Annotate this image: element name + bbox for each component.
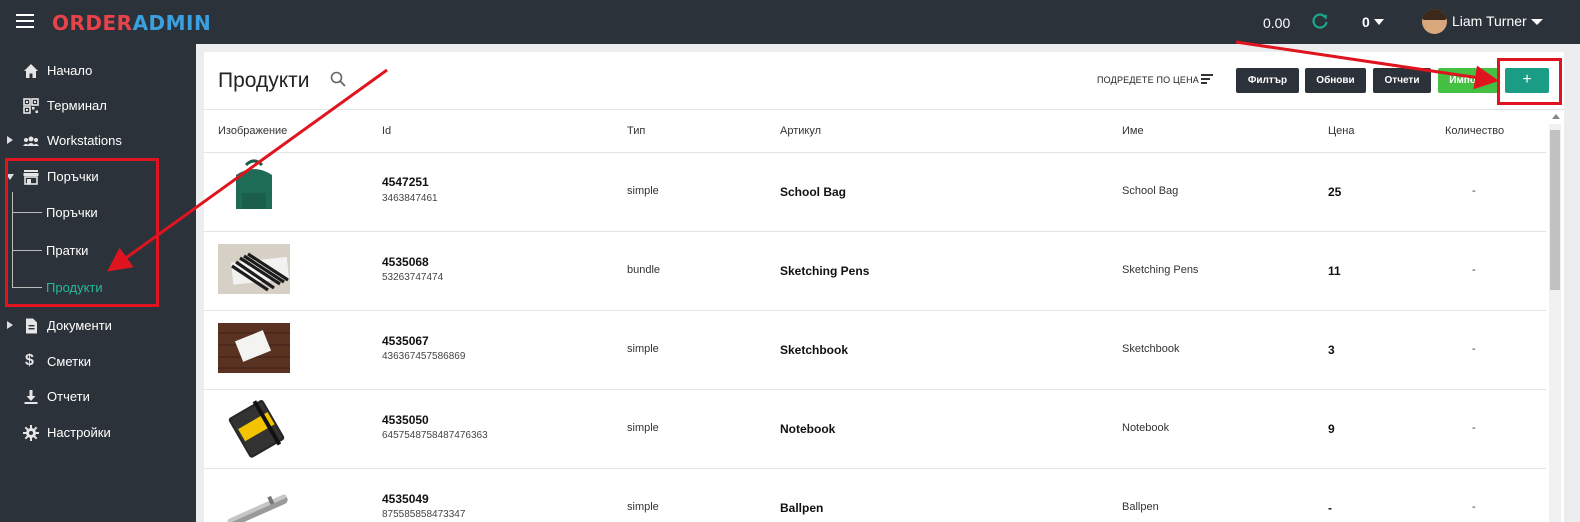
expand-icon [7,136,13,144]
app-logo[interactable]: ORDERADMIN [52,11,211,35]
product-image [218,396,290,460]
products-panel: Продукти ПОДРЕДЕТЕ ПО ЦЕНА Филтър Обнови… [204,52,1564,522]
sort-icon[interactable] [1201,74,1213,84]
avatar[interactable] [1422,9,1447,34]
product-id[interactable]: 4535050 [382,413,429,427]
qr-icon [23,98,39,114]
page-title: Продукти [218,69,310,92]
gear-icon [23,425,39,441]
balance-value: 0.00 [1263,15,1291,31]
product-price: 25 [1328,185,1342,199]
divider [204,310,1546,311]
product-quantity: - [1472,264,1476,276]
document-icon [26,318,37,334]
product-image [218,159,290,209]
product-price: - [1328,501,1332,515]
dollar-icon: $ [25,352,34,369]
product-article: School Bag [780,185,847,199]
column-header-quantity: Количество [1445,125,1505,137]
product-name: Sketching Pens [1122,264,1199,276]
product-type: simple [627,343,659,355]
column-header-name: Име [1122,125,1144,137]
scrollbar-thumb[interactable] [1550,130,1560,290]
product-barcode: 3463847461 [382,193,438,204]
import-button[interactable]: Импорт [1438,68,1498,93]
users-icon [23,136,39,146]
sidebar-item-accounts[interactable]: $ Сметки [0,346,196,378]
column-header-id: Id [382,125,392,137]
product-quantity: - [1472,422,1476,434]
user-name[interactable]: Liam Turner [1452,13,1527,29]
product-barcode: 6457548758487476363 [382,430,488,441]
product-type: simple [627,185,659,197]
reports-button[interactable]: Отчети [1373,68,1431,93]
highlight-box-add-button [1497,58,1562,105]
product-name: School Bag [1122,185,1179,197]
highlight-box-orders-menu [5,158,159,307]
product-article: Ballpen [780,501,824,515]
product-id[interactable]: 4535067 [382,334,429,348]
product-quantity: - [1472,501,1476,513]
product-article: Sketchbook [780,343,849,357]
product-barcode: 53263747474 [382,272,444,283]
home-icon [24,64,38,78]
sidebar-item-settings[interactable]: Настройки [0,417,196,449]
product-type: simple [627,422,659,434]
product-name: Sketchbook [1122,343,1180,355]
filter-button[interactable]: Филтър [1236,68,1299,93]
divider [204,109,1564,110]
sidebar-item-terminal[interactable]: Терминал [0,90,196,122]
column-header-image: Изображение [218,125,288,137]
product-article: Sketching Pens [780,264,870,278]
download-icon [24,390,38,404]
product-name: Notebook [1122,422,1170,434]
product-image [218,480,290,522]
product-id[interactable]: 4535068 [382,255,429,269]
expand-icon [7,321,13,329]
divider [204,389,1546,390]
divider [204,231,1546,232]
product-image [218,323,290,373]
product-image [218,244,290,294]
refresh-icon[interactable] [1311,12,1329,30]
product-name: Ballpen [1122,501,1159,513]
chevron-down-icon[interactable] [1531,19,1543,25]
product-type: bundle [627,264,661,276]
product-price: 9 [1328,422,1335,436]
divider [204,468,1546,469]
product-id[interactable]: 4535049 [382,492,429,506]
product-barcode: 436367457586869 [382,351,466,362]
scrollbar[interactable] [1549,124,1561,522]
refresh-button[interactable]: Обнови [1305,68,1366,93]
product-article: Notebook [780,422,836,436]
product-barcode: 875585858473347 [382,509,466,520]
column-header-type: Тип [627,125,646,137]
sidebar-item-home[interactable]: Начало [0,55,196,87]
scroll-up-icon[interactable] [1552,114,1560,119]
product-price: 11 [1328,264,1341,278]
sort-by-price-label[interactable]: ПОДРЕДЕТЕ ПО ЦЕНА [1097,75,1199,85]
notification-count-dropdown[interactable]: 0 [1362,14,1384,30]
menu-icon[interactable] [16,14,34,28]
sidebar-item-documents[interactable]: Документи [0,310,196,342]
product-id[interactable]: 4547251 [382,175,429,189]
column-header-price: Цена [1328,125,1355,137]
search-icon[interactable] [330,71,346,87]
top-bar: ORDERADMIN 0.00 0 Liam Turner [0,0,1580,44]
sidebar-item-reports[interactable]: Отчети [0,381,196,413]
divider [204,152,1546,153]
product-price: 3 [1328,343,1335,357]
product-quantity: - [1472,185,1476,197]
product-quantity: - [1472,343,1476,355]
column-header-article: Артикул [780,125,822,137]
sidebar-item-workstations[interactable]: Workstations [0,125,196,157]
product-type: simple [627,501,659,513]
